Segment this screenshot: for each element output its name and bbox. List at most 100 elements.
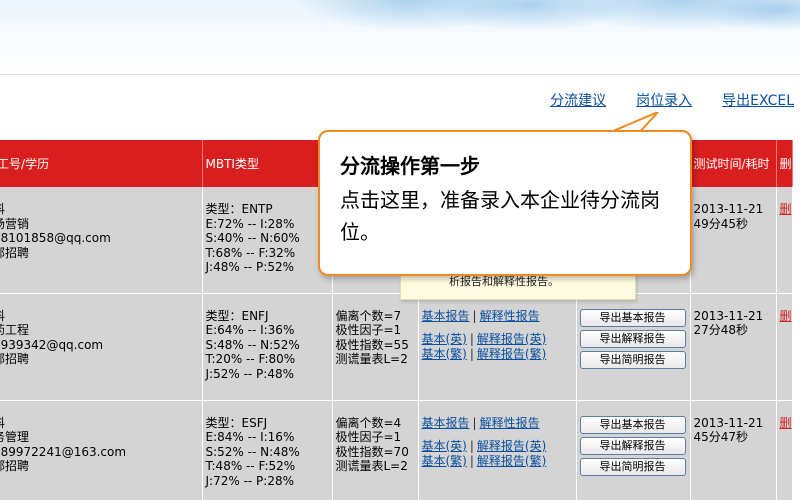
separator: | bbox=[472, 308, 477, 323]
polarity-index: 极性指数=55 bbox=[335, 337, 409, 352]
deviation-count: 偏离个数=4 bbox=[335, 415, 402, 430]
export-brief-report-button[interactable]: 导出简明报告 bbox=[579, 457, 686, 476]
test-duration: 27分48秒 bbox=[693, 323, 749, 337]
col-header-profile: /工号/学历 bbox=[0, 140, 203, 187]
toolbar-links: 分流建议 岗位录入 导出EXCEL bbox=[550, 90, 794, 112]
table-row: 科 药工程 3939342@qq.com 部招聘 类型：ENFJ E:64% -… bbox=[0, 293, 793, 401]
test-duration: 49分45秒 bbox=[693, 216, 749, 231]
test-date: 2013-11-21 bbox=[693, 415, 764, 430]
interpretive-report-link[interactable]: 解释性报告 bbox=[480, 309, 540, 323]
mbti-jp: J:48% -- P:52% bbox=[205, 260, 295, 274]
export-cell: 导出基本报告 导出解释报告 导出简明报告 bbox=[576, 400, 691, 500]
interpretive-traditional-link[interactable]: 解释报告(繁) bbox=[477, 347, 546, 361]
delete-link[interactable]: 删 bbox=[780, 416, 792, 430]
mbti-ei: E:64% -- I:36% bbox=[205, 323, 295, 337]
profile-degree: 科 bbox=[0, 309, 199, 324]
profile-source: 部招聘 bbox=[0, 352, 30, 366]
position-entry-link[interactable]: 岗位录入 bbox=[636, 90, 692, 112]
deviation-count: 偏离个数=7 bbox=[335, 308, 402, 323]
mbti-ei: E:84% -- I:16% bbox=[205, 430, 295, 444]
report-links-row: 基本(繁) | 解释报告(繁) bbox=[422, 454, 573, 469]
polarity-index: 极性指数=70 bbox=[335, 444, 409, 459]
separator: | bbox=[469, 346, 474, 361]
reports-cell: 基本报告 | 解释性报告 基本(英) | 解释报告(英) 基本(繁) | 解释报告(繁) bbox=[418, 400, 577, 500]
mbti-type: 类型：ENFJ bbox=[205, 308, 269, 323]
report-links-row: 基本(繁) | 解释报告(繁) bbox=[422, 347, 573, 362]
basic-report-link[interactable]: 基本报告 bbox=[422, 416, 470, 430]
col-header-mbti: MBTI类型 bbox=[202, 140, 333, 187]
mbti-sn: S:40% -- N:60% bbox=[205, 231, 300, 245]
mbti-cell: 类型：ENTP E:72% -- I:28% S:40% -- N:60% T:… bbox=[202, 187, 333, 294]
mbti-tf: T:48% -- F:52% bbox=[205, 459, 296, 473]
polarity-factor: 极性因子=1 bbox=[335, 323, 402, 337]
test-date: 2013-11-21 bbox=[693, 202, 764, 216]
basic-english-link[interactable]: 基本(英) bbox=[422, 332, 467, 346]
separator: | bbox=[472, 415, 477, 430]
profile-major: 场营销 bbox=[0, 216, 30, 231]
separator: | bbox=[469, 332, 474, 346]
report-links-row: 基本(英) | 解释报告(英) bbox=[422, 439, 573, 454]
report-links-row: 基本报告 | 解释性报告 bbox=[422, 416, 573, 431]
interpretive-report-link[interactable]: 解释性报告 bbox=[480, 416, 540, 430]
profile-degree: 科 bbox=[0, 202, 199, 217]
mbti-cell: 类型：ENFJ E:64% -- I:36% S:48% -- N:52% T:… bbox=[202, 293, 333, 401]
time-cell: 2013-11-21 27分48秒 bbox=[690, 293, 777, 401]
profile-source: 部招聘 bbox=[0, 245, 30, 260]
stats-cell: 偏离个数=4 极性因子=1 极性指数=70 测谎量表L=2 bbox=[332, 400, 419, 500]
profile-cell: 科 场营销 18101858@qq.com 部招聘 bbox=[0, 187, 203, 294]
profile-email: 389972241@163.com bbox=[0, 444, 127, 459]
test-date: 2013-11-21 bbox=[693, 308, 764, 323]
delete-cell: 删 bbox=[776, 400, 793, 500]
header-divider bbox=[0, 74, 800, 75]
mbti-type: 类型：ENTP bbox=[205, 202, 273, 216]
export-interpretive-report-button[interactable]: 导出解释报告 bbox=[579, 436, 686, 455]
profile-degree: 科 bbox=[0, 416, 199, 431]
export-basic-report-button[interactable]: 导出基本报告 bbox=[579, 415, 686, 434]
col-header-time: 测试时间/耗时 bbox=[690, 140, 777, 187]
mbti-type: 类型：ESFJ bbox=[205, 415, 268, 430]
profile-major: 药工程 bbox=[0, 323, 30, 337]
separator: | bbox=[469, 439, 474, 453]
basic-traditional-link[interactable]: 基本(繁) bbox=[422, 454, 467, 468]
guide-callout: 分流操作第一步 点击这里，准备录入本企业待分流岗位。 bbox=[318, 130, 692, 276]
callout-body: 点击这里，准备录入本企业待分流岗位。 bbox=[340, 188, 660, 244]
report-links-row: 基本(英) | 解释报告(英) bbox=[422, 332, 573, 347]
reports-cell: 基本报告 | 解释性报告 基本(英) | 解释报告(英) 基本(繁) | 解释报告(繁) bbox=[418, 293, 577, 401]
export-brief-report-button[interactable]: 导出简明报告 bbox=[579, 350, 686, 369]
export-interpretive-report-button[interactable]: 导出解释报告 bbox=[579, 329, 686, 348]
test-duration: 45分47秒 bbox=[693, 430, 749, 444]
separator: | bbox=[469, 453, 474, 468]
table-row: 科 务管理 389972241@163.com 部招聘 类型：ESFJ E:84… bbox=[0, 400, 793, 500]
col-header-delete: 删 bbox=[776, 140, 793, 187]
basic-traditional-link[interactable]: 基本(繁) bbox=[422, 347, 467, 361]
delete-link[interactable]: 删 bbox=[780, 309, 792, 323]
delete-link[interactable]: 删 bbox=[780, 202, 792, 216]
profile-email: 3939342@qq.com bbox=[0, 337, 104, 352]
mbti-jp: J:52% -- P:48% bbox=[205, 366, 295, 381]
profile-cell: 科 务管理 389972241@163.com 部招聘 bbox=[0, 400, 203, 500]
delete-cell: 删 bbox=[776, 293, 793, 401]
export-cell: 导出基本报告 导出解释报告 导出简明报告 bbox=[576, 293, 691, 401]
mbti-sn: S:48% -- N:52% bbox=[205, 337, 300, 352]
mbti-jp: J:72% -- P:28% bbox=[205, 473, 295, 488]
mbti-tf: T:68% -- F:32% bbox=[205, 245, 296, 260]
callout-title: 分流操作第一步 bbox=[340, 154, 480, 178]
interpretive-english-link[interactable]: 解释报告(英) bbox=[477, 332, 546, 346]
time-cell: 2013-11-21 49分45秒 bbox=[690, 187, 777, 294]
basic-report-link[interactable]: 基本报告 bbox=[422, 309, 470, 323]
report-links-row: 基本报告 | 解释性报告 bbox=[422, 309, 573, 324]
delete-cell: 删 bbox=[776, 187, 793, 294]
interpretive-english-link[interactable]: 解释报告(英) bbox=[477, 439, 546, 453]
profile-cell: 科 药工程 3939342@qq.com 部招聘 bbox=[0, 293, 203, 401]
profile-email: 18101858@qq.com bbox=[0, 231, 111, 245]
basic-english-link[interactable]: 基本(英) bbox=[422, 439, 467, 453]
export-excel-link[interactable]: 导出EXCEL bbox=[722, 90, 794, 112]
profile-major: 务管理 bbox=[0, 430, 30, 444]
diversion-suggestion-link[interactable]: 分流建议 bbox=[550, 90, 606, 112]
time-cell: 2013-11-21 45分47秒 bbox=[690, 400, 777, 500]
header-banner bbox=[0, 0, 800, 75]
export-basic-report-button[interactable]: 导出基本报告 bbox=[579, 308, 686, 327]
polarity-factor: 极性因子=1 bbox=[335, 430, 402, 444]
interpretive-traditional-link[interactable]: 解释报告(繁) bbox=[477, 454, 546, 468]
lie-scale: 测谎量表L=2 bbox=[335, 459, 408, 473]
